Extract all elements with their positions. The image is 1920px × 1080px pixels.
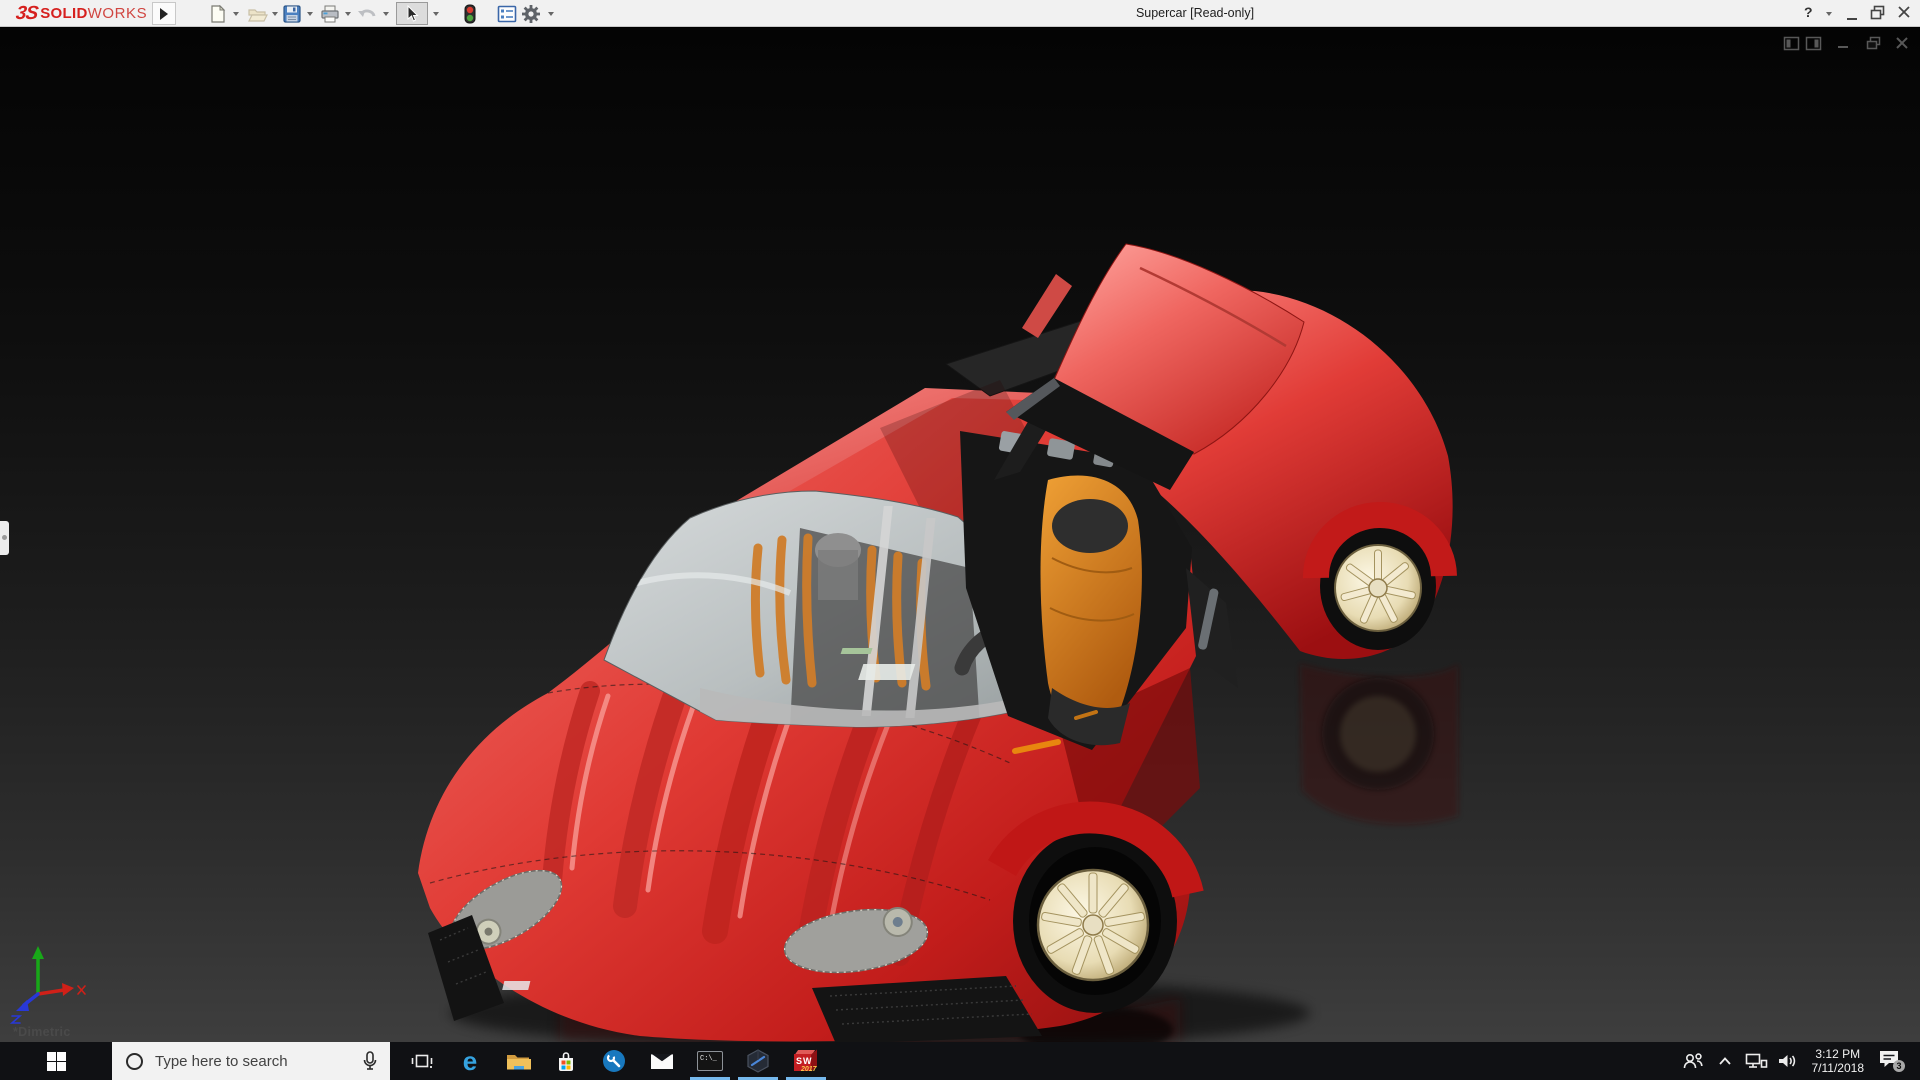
window-title: Supercar [Read-only] — [1135, 6, 1255, 20]
taskbar-solidworks-button[interactable]: SW 2017 — [782, 1042, 830, 1080]
document-restore-icon[interactable] — [1865, 36, 1882, 51]
undo-button[interactable] — [357, 4, 377, 24]
traffic-light-icon — [464, 4, 476, 24]
clock-time: 3:12 PM — [1815, 1047, 1861, 1061]
task-view-button[interactable] — [398, 1042, 446, 1080]
people-button[interactable] — [1676, 1042, 1710, 1080]
solidworks-logo-works: WORKS — [87, 5, 148, 22]
open-button[interactable] — [248, 4, 268, 24]
new-document-dropdown[interactable] — [233, 12, 239, 16]
task-view-icon — [411, 1054, 433, 1068]
open-dropdown[interactable] — [272, 12, 278, 16]
store-icon — [559, 1052, 573, 1071]
view-orientation-label: *Dimetric — [13, 1025, 71, 1039]
solidworks-logo: 3S SOLID WORKS — [14, 2, 148, 25]
document-minimize-icon[interactable] — [1835, 36, 1852, 51]
file-explorer-icon — [507, 1055, 531, 1070]
side-intake — [1186, 568, 1238, 688]
solidworks-logo-solid: SOLID — [40, 5, 88, 22]
search-placeholder: Type here to search — [155, 1052, 288, 1070]
help-dropdown[interactable] — [1826, 12, 1832, 16]
help-button[interactable]: ? — [1804, 4, 1813, 20]
ethernet-icon — [1745, 1053, 1767, 1068]
print-icon — [321, 5, 339, 23]
minimize-button[interactable] — [1845, 8, 1859, 26]
file-properties-icon — [497, 5, 517, 23]
sw-icon-year: 2017 — [801, 1066, 817, 1073]
chevron-up-icon — [1718, 1057, 1731, 1065]
save-dropdown[interactable] — [307, 12, 313, 16]
select-tool-active[interactable] — [396, 2, 428, 25]
action-center-button[interactable]: 3 — [1872, 1042, 1912, 1080]
close-button[interactable] — [1897, 5, 1911, 24]
new-document-icon — [211, 5, 226, 23]
cortana-icon — [126, 1052, 143, 1070]
speaker-icon — [1778, 1055, 1795, 1067]
solidworks-2017-icon: SW 2017 — [793, 1048, 819, 1074]
clock[interactable]: 3:12 PM 7/11/2018 — [1804, 1047, 1873, 1075]
taskbar-cmd-button[interactable]: C:\_ — [686, 1042, 734, 1080]
document-window-controls — [1783, 36, 1910, 51]
taskbar-visualize-button[interactable] — [734, 1042, 782, 1080]
solidworks-logo-mark: 3S — [14, 2, 39, 24]
taskbar-explorer-button[interactable] — [494, 1042, 542, 1080]
select-cursor-icon — [407, 4, 419, 22]
taskbar-mail-button[interactable] — [638, 1042, 686, 1080]
support-wrench-icon — [603, 1050, 625, 1072]
orientation-triad — [9, 946, 86, 1024]
cmd-icon-label: C:\_ — [700, 1055, 717, 1063]
titlebar: 3S SOLID WORKS Supercar [Read-only] ? — [0, 0, 1920, 27]
command-prompt-icon: C:\_ — [697, 1051, 723, 1071]
network-button[interactable] — [1740, 1042, 1772, 1080]
system-tray: 3:12 PM 7/11/2018 3 — [1676, 1042, 1913, 1080]
flyout-arrow-icon — [160, 7, 168, 20]
save-button[interactable] — [282, 4, 302, 24]
windows-logo-icon — [46, 1051, 66, 1071]
notification-icon: 3 — [1880, 1051, 1905, 1072]
options-dropdown[interactable] — [548, 12, 554, 16]
rebuild-button[interactable] — [460, 4, 480, 24]
gear-icon — [522, 5, 540, 23]
hidden-icons-button[interactable] — [1710, 1042, 1740, 1080]
solidworks-visualize-icon — [747, 1049, 769, 1073]
volume-button[interactable] — [1772, 1042, 1804, 1080]
graphics-viewport[interactable]: *Dimetric — [0, 28, 1920, 1042]
taskbar-support-button[interactable] — [590, 1042, 638, 1080]
notification-badge: 3 — [1896, 1061, 1901, 1071]
taskbar-edge-button[interactable]: e — [446, 1042, 494, 1080]
options-button[interactable] — [521, 4, 541, 24]
supercar-3d-model[interactable] — [0, 28, 1920, 1042]
driver-seat[interactable] — [1040, 475, 1142, 746]
start-button[interactable] — [0, 1042, 112, 1080]
print-dropdown[interactable] — [345, 12, 351, 16]
new-document-button[interactable] — [208, 4, 228, 24]
undo-icon — [358, 9, 376, 17]
taskbar-store-button[interactable] — [542, 1042, 590, 1080]
print-button[interactable] — [320, 4, 340, 24]
pane-right-icon[interactable] — [1805, 36, 1822, 51]
pane-left-icon[interactable] — [1783, 36, 1800, 51]
document-close-icon[interactable] — [1895, 36, 1910, 51]
clock-date: 7/11/2018 — [1811, 1061, 1865, 1075]
undo-dropdown[interactable] — [383, 12, 389, 16]
search-input[interactable]: Type here to search — [112, 1042, 390, 1080]
open-icon — [248, 9, 268, 22]
select-dropdown[interactable] — [433, 12, 439, 16]
menu-flyout-button[interactable] — [152, 2, 176, 25]
mail-icon — [651, 1054, 673, 1069]
restore-button[interactable] — [1870, 5, 1886, 25]
sw-icon-letters: SW — [796, 1056, 813, 1066]
people-icon — [1683, 1053, 1703, 1069]
edge-icon: e — [462, 1046, 478, 1076]
file-properties-button[interactable] — [497, 4, 517, 24]
taskbar: Type here to search e C:\_ SW 2017 3:12 … — [0, 1042, 1920, 1080]
save-icon — [283, 5, 301, 23]
collapsed-panel-tab[interactable] — [0, 521, 9, 555]
microphone-icon[interactable] — [362, 1051, 378, 1071]
